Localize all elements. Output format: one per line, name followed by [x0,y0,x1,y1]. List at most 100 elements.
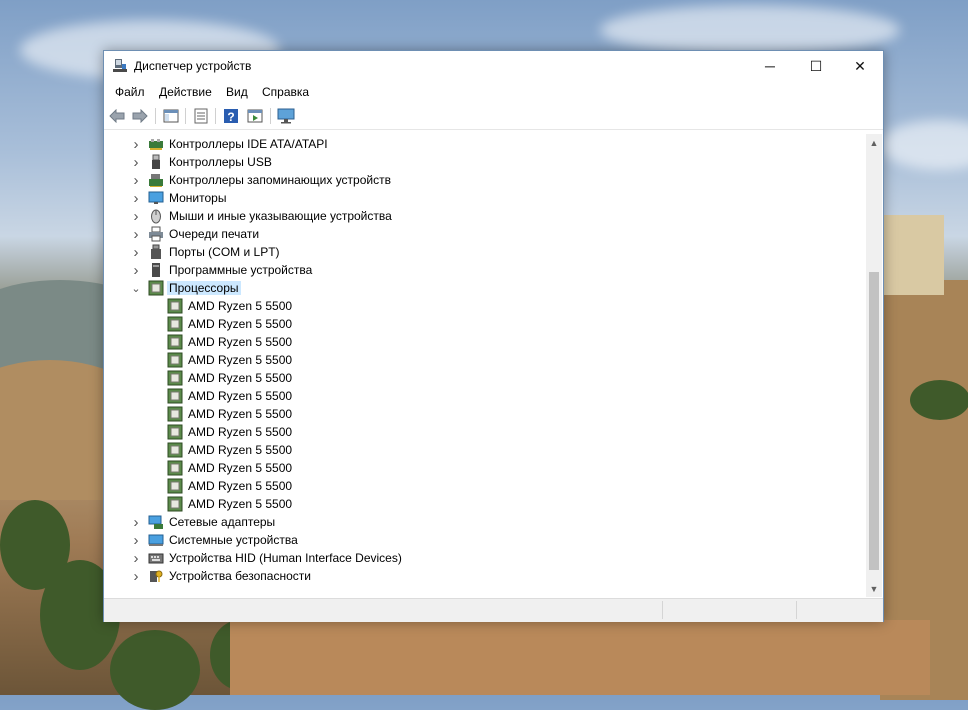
tree-category-row[interactable]: › Мониторы [105,189,865,207]
tree-device-label: AMD Ryzen 5 5500 [188,389,293,403]
show-hide-console-tree-icon[interactable] [162,107,180,125]
toolbar: ? [104,103,883,130]
tree-device-row[interactable]: AMD Ryzen 5 5500 [105,477,865,495]
tree-category-row[interactable]: › Порты (COM и LPT) [105,243,865,261]
menu-view[interactable]: Вид [226,85,248,99]
chevron-right-icon[interactable]: › [131,531,141,549]
status-cell [796,601,883,619]
chevron-right-icon[interactable]: › [131,513,141,531]
tree-device-row[interactable]: AMD Ryzen 5 5500 [105,495,865,513]
chevron-right-icon[interactable]: › [131,243,141,261]
tree-category-row[interactable]: › Очереди печати [105,225,865,243]
svg-text:?: ? [227,110,234,124]
monitor-scan-icon[interactable] [277,107,295,125]
tree-device-row[interactable]: AMD Ryzen 5 5500 [105,387,865,405]
tree-device-label: AMD Ryzen 5 5500 [188,335,293,349]
tree-device-label: AMD Ryzen 5 5500 [188,371,293,385]
tree-category-label: Мыши и иные указывающие устройства [169,209,392,223]
tree-device-row[interactable]: AMD Ryzen 5 5500 [105,459,865,477]
processor-icon [148,280,164,296]
processor-icon [167,424,183,440]
chevron-down-icon[interactable]: ⌄ [131,279,141,297]
processor-icon [167,460,183,476]
tree-device-label: AMD Ryzen 5 5500 [188,407,293,421]
chevron-right-icon[interactable]: › [131,135,141,153]
tree-device-row[interactable]: AMD Ryzen 5 5500 [105,315,865,333]
scroll-thumb[interactable] [869,272,879,570]
processor-icon [167,298,183,314]
tree-device-label: AMD Ryzen 5 5500 [188,353,293,367]
chevron-right-icon[interactable]: › [131,189,141,207]
tree-device-label: AMD Ryzen 5 5500 [188,497,293,511]
ide-controller-icon [148,136,164,152]
chevron-right-icon[interactable]: › [131,225,141,243]
maximize-button[interactable]: ☐ [793,51,839,81]
tree-device-row[interactable]: AMD Ryzen 5 5500 [105,423,865,441]
tree-device-label: AMD Ryzen 5 5500 [188,425,293,439]
tree-device-label: AMD Ryzen 5 5500 [188,299,293,313]
tree-device-row[interactable]: AMD Ryzen 5 5500 [105,441,865,459]
menu-action[interactable]: Действие [159,85,212,99]
device-manager-app-icon [112,58,128,74]
tree-category-row[interactable]: › Устройства безопасности [105,567,865,585]
menu-file[interactable]: Файл [115,85,145,99]
properties-icon[interactable] [192,107,210,125]
help-icon[interactable]: ? [222,107,240,125]
chevron-right-icon[interactable]: › [131,567,141,585]
security-device-icon [148,568,164,584]
system-device-icon [148,532,164,548]
close-icon: ✕ [854,57,866,74]
tree-category-label: Контроллеры USB [169,155,272,169]
processor-icon [167,334,183,350]
toolbar-separator [155,108,156,124]
toolbar-separator [270,108,271,124]
minimize-button[interactable]: ─ [747,51,793,81]
title-bar[interactable]: Диспетчер устройств ─ ☐ ✕ [104,51,883,82]
software-device-icon [148,262,164,278]
vertical-scrollbar[interactable]: ▲ ▼ [866,134,882,597]
tree-category-row[interactable]: › Контроллеры USB [105,153,865,171]
device-tree[interactable]: › Контроллеры IDE ATA/ATAPI › Контроллеры U… [105,134,866,597]
tree-device-row[interactable]: AMD Ryzen 5 5500 [105,333,865,351]
toolbar-separator [215,108,216,124]
scroll-down-arrow-icon[interactable]: ▼ [866,580,882,597]
tree-category-row[interactable]: › Программные устройства [105,261,865,279]
mouse-icon [148,208,164,224]
processor-icon [167,478,183,494]
menu-bar: Файл Действие Вид Справка [104,82,883,103]
tree-category-label: Мониторы [169,191,227,205]
menu-help[interactable]: Справка [262,85,309,99]
processor-icon [167,496,183,512]
storage-controller-icon [148,172,164,188]
chevron-right-icon[interactable]: › [131,171,141,189]
chevron-right-icon[interactable]: › [131,261,141,279]
tree-category-row[interactable]: › Системные устройства [105,531,865,549]
tree-category-row[interactable]: ⌄ Процессоры [105,279,865,297]
tree-category-label: Очереди печати [169,227,260,241]
tree-category-row[interactable]: › Контроллеры IDE ATA/ATAPI [105,135,865,153]
maximize-icon: ☐ [809,57,823,74]
tree-category-row[interactable]: › Контроллеры запоминающих устройств [105,171,865,189]
processor-icon [167,316,183,332]
forward-arrow-icon[interactable] [131,107,149,125]
tree-device-row[interactable]: AMD Ryzen 5 5500 [105,351,865,369]
tree-device-label: AMD Ryzen 5 5500 [188,479,293,493]
tree-category-row[interactable]: › Мыши и иные указывающие устройства [105,207,865,225]
minimize-icon: ─ [765,58,775,74]
chevron-right-icon[interactable]: › [131,153,141,171]
back-arrow-icon[interactable] [108,107,126,125]
tree-category-row[interactable]: › Сетевые адаптеры [105,513,865,531]
chevron-right-icon[interactable]: › [131,207,141,225]
scroll-up-arrow-icon[interactable]: ▲ [866,134,882,151]
tree-category-label: Процессоры [167,281,241,295]
chevron-right-icon[interactable]: › [131,549,141,567]
tree-device-row[interactable]: AMD Ryzen 5 5500 [105,297,865,315]
run-action-icon[interactable] [246,107,264,125]
tree-device-row[interactable]: AMD Ryzen 5 5500 [105,369,865,387]
close-button[interactable]: ✕ [837,51,883,81]
tree-device-row[interactable]: AMD Ryzen 5 5500 [105,405,865,423]
tree-category-row[interactable]: › Устройства HID (Human Interface Devices… [105,549,865,567]
processor-icon [167,442,183,458]
tree-category-label: Программные устройства [169,263,313,277]
network-adapter-icon [148,514,164,530]
